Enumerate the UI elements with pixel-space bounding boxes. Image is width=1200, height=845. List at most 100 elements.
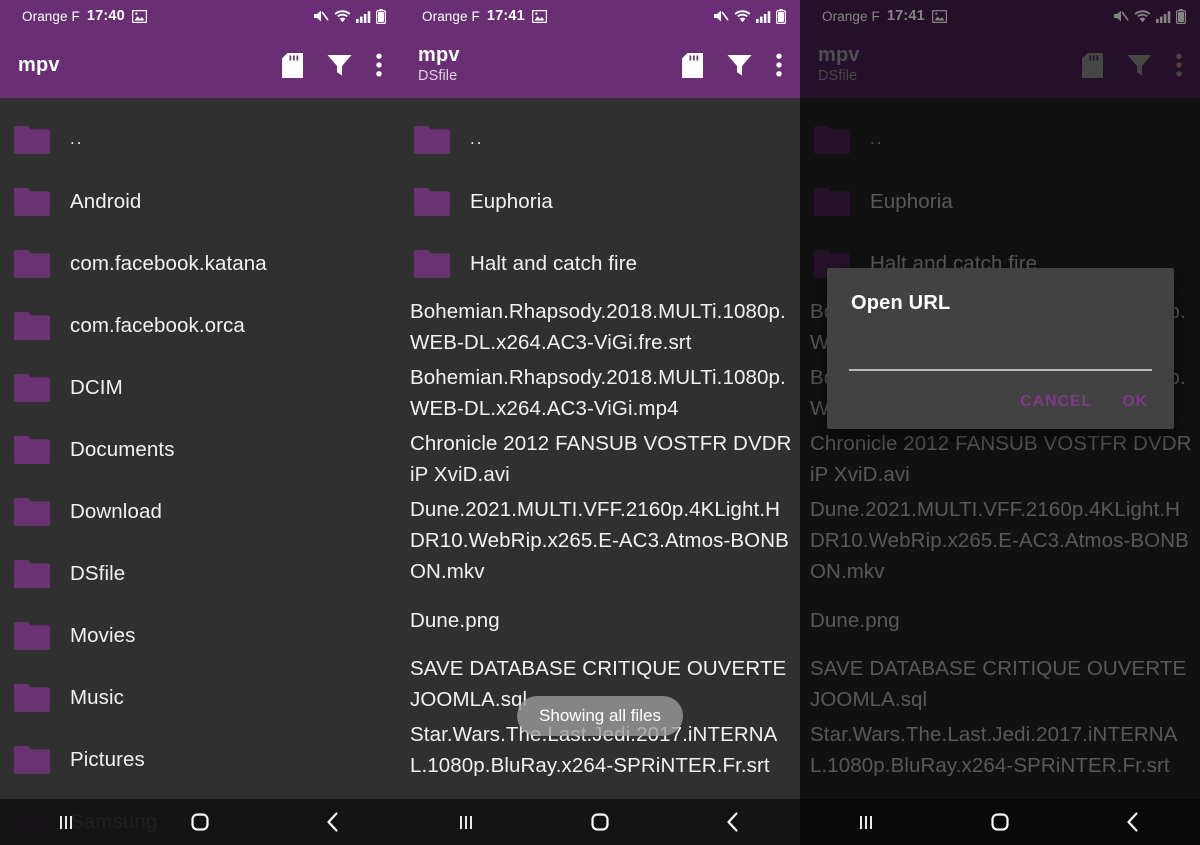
status-clock: 17:40 [86,8,125,24]
file-list-2: .. Euphoria Halt and catch fire Bohemian.Rh… [400,98,800,783]
folder-icon [14,373,50,402]
folder-icon [14,559,50,588]
filter-icon[interactable] [727,54,752,77]
toolbar-titles: mpv [18,54,60,77]
toolbar-actions [682,52,788,78]
open-url-dialog: Open URL CANCEL OK [827,268,1174,429]
back-icon[interactable] [1095,799,1171,845]
folder-row[interactable]: Euphoria [400,170,800,232]
entry-label: Bohemian.Rhapsody.2018.MULTi.1080p.WEB-D… [410,300,786,354]
home-icon[interactable] [162,799,238,845]
app-subtitle: DSfile [418,68,458,85]
entry-label: DCIM [70,375,123,399]
ok-button[interactable]: OK [1122,393,1148,411]
cancel-button[interactable]: CANCEL [1020,393,1092,411]
folder-row[interactable]: Halt and catch fire [400,232,800,294]
recents-icon[interactable] [429,799,505,845]
home-icon[interactable] [562,799,638,845]
app-title: mpv [18,53,60,76]
folder-icon [14,559,50,588]
folder-row[interactable]: Music [0,666,400,728]
app-toolbar: mpv [0,32,400,98]
folder-icon [14,621,50,650]
app-toolbar: mpv DSfile [400,32,800,98]
entry-label: Documents [70,437,175,461]
folder-row[interactable]: Documents [0,418,400,480]
entry-label: com.facebook.katana [70,251,267,275]
recents-icon[interactable] [29,799,105,845]
folder-icon [414,125,450,154]
sdcard-icon[interactable] [282,52,303,78]
folder-row[interactable]: Download [0,480,400,542]
entry-label: Dune.png [410,608,500,632]
dialog-body [827,321,1174,371]
folder-icon [14,683,50,712]
battery-icon [376,8,386,24]
folder-icon [14,125,50,154]
phone-screen-2: Orange F 17:41 mpv DSfile .. Euphoria Ha… [400,0,800,845]
file-row[interactable]: Chronicle 2012 FANSUB VOSTFR DVDRiP XviD… [400,426,800,492]
entry-label: Pictures [70,747,145,771]
file-list-1: .. Android com.facebook.katana com.facebook… [0,98,400,845]
folder-icon [14,621,50,650]
folder-icon [14,745,50,774]
folder-row[interactable]: Movies [0,604,400,666]
mute-icon [714,10,729,22]
url-input[interactable] [849,343,1152,371]
system-nav-bar [800,799,1200,845]
wifi-icon [734,10,751,23]
image-icon [131,9,147,23]
filter-icon[interactable] [327,54,352,77]
overflow-menu-icon[interactable] [376,53,382,77]
folder-row[interactable]: .. [400,108,800,170]
folder-row[interactable]: DCIM [0,356,400,418]
folder-icon [14,249,50,278]
folder-icon [14,373,50,402]
folder-row[interactable]: com.facebook.katana [0,232,400,294]
entry-label: .. [70,129,84,148]
toolbar-actions [282,52,388,78]
carrier-label: Orange F [22,8,80,24]
overflow-menu-icon[interactable] [776,53,782,77]
toast-message: Showing all files [517,696,683,736]
folder-row[interactable]: com.facebook.orca [0,294,400,356]
file-row[interactable]: Bohemian.Rhapsody.2018.MULTi.1080p.WEB-D… [400,360,800,426]
folder-icon [414,125,450,154]
system-nav-bar [400,799,800,845]
dialog-title: Open URL [851,292,951,314]
entry-label: .. [470,129,484,148]
entry-label: Bohemian.Rhapsody.2018.MULTi.1080p.WEB-D… [410,366,786,420]
folder-row[interactable]: Android [0,170,400,232]
folder-icon [14,683,50,712]
folder-icon [14,187,50,216]
sdcard-icon[interactable] [682,52,703,78]
entry-label: Halt and catch fire [470,251,638,275]
folder-icon [14,745,50,774]
folder-row[interactable]: Pictures [0,728,400,790]
folder-icon [414,249,450,278]
folder-icon [14,497,50,526]
folder-row[interactable]: DSfile [0,542,400,604]
folder-icon [14,311,50,340]
entry-label: Movies [70,623,136,647]
file-row[interactable]: Dune.2021.MULTI.VFF.2160p.4KLight.HDR10.… [400,492,800,589]
status-clock: 17:41 [486,8,525,24]
file-row[interactable]: Bohemian.Rhapsody.2018.MULTi.1080p.WEB-D… [400,294,800,360]
wifi-icon [334,10,351,23]
file-row[interactable]: Dune.png [400,589,800,651]
folder-icon [414,187,450,216]
entry-label: Download [70,499,162,523]
app-title: mpv [418,44,460,67]
back-icon[interactable] [295,799,371,845]
home-icon[interactable] [962,799,1038,845]
recents-icon[interactable] [829,799,905,845]
folder-icon [14,249,50,278]
folder-row[interactable]: .. [0,108,400,170]
status-left-group: Orange F 17:41 [422,8,547,24]
folder-icon [414,249,450,278]
status-bar: Orange F 17:41 [400,0,800,32]
carrier-label: Orange F [422,8,480,24]
dialog-actions: CANCEL OK [827,371,1174,429]
folder-icon [14,497,50,526]
back-icon[interactable] [695,799,771,845]
